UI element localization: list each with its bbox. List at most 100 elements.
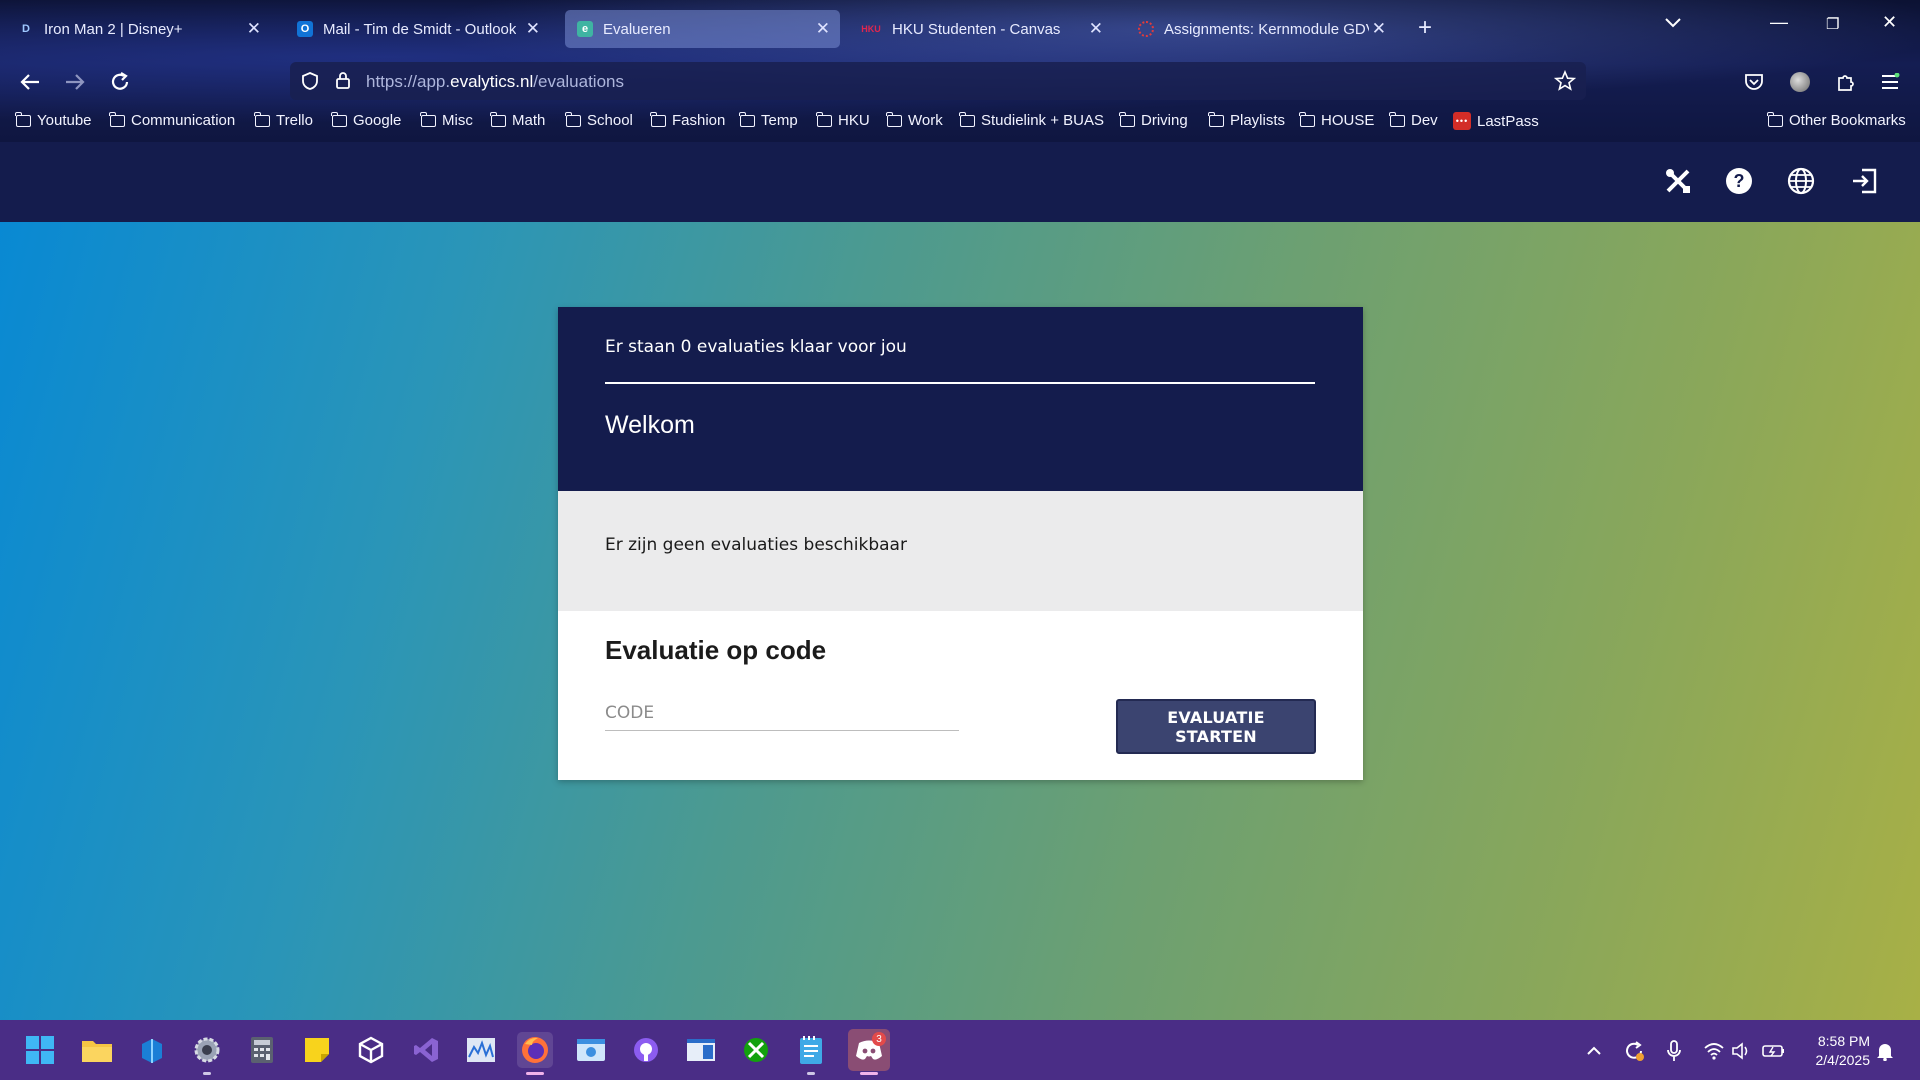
tab-label: Mail - Tim de Smidt - Outlook: [323, 20, 517, 38]
account-button[interactable]: [1786, 68, 1814, 96]
taskbar-github[interactable]: [628, 1032, 664, 1068]
close-window-button[interactable]: ✕: [1882, 12, 1897, 33]
bookmark-label: Dev: [1411, 112, 1438, 129]
evalytics-icon: e: [577, 21, 593, 37]
forward-button[interactable]: [61, 68, 89, 96]
bookmark-folder[interactable]: Work: [886, 111, 943, 129]
start-evaluation-button[interactable]: EVALUATIE STARTEN: [1116, 699, 1316, 754]
bookmark-folder[interactable]: Studielink + BUAS: [959, 111, 1104, 129]
folder-icon: [650, 111, 666, 127]
bookmark-folder[interactable]: Math: [490, 111, 545, 129]
taskbar-file-explorer[interactable]: [79, 1032, 115, 1068]
taskbar-app-installer[interactable]: [573, 1032, 609, 1068]
bookmark-folder[interactable]: School: [565, 111, 633, 129]
sync-tray-button[interactable]: [1623, 1040, 1645, 1062]
puzzle-icon: [1838, 75, 1854, 91]
list-tabs-button[interactable]: [1664, 16, 1682, 34]
taskbar-xbox[interactable]: [738, 1032, 774, 1068]
other-bookmarks[interactable]: Other Bookmarks: [1767, 111, 1906, 129]
svg-text:?: ?: [1734, 171, 1745, 191]
new-tab-button[interactable]: +: [1418, 14, 1432, 42]
bookmark-label: Youtube: [37, 112, 92, 129]
folder-icon: [1119, 111, 1135, 127]
folder-icon: [1389, 111, 1405, 127]
taskbar-unity[interactable]: [353, 1032, 389, 1068]
bookmark-folder[interactable]: Dev: [1389, 111, 1438, 129]
evaluations-card: Er staan 0 evaluaties klaar voor jou Wel…: [558, 307, 1363, 780]
language-button[interactable]: [1786, 166, 1816, 196]
wifi-tray-button[interactable]: [1703, 1040, 1725, 1062]
menu-button[interactable]: [1876, 68, 1904, 96]
reload-button[interactable]: [106, 68, 134, 96]
taskbar-discord[interactable]: 3: [848, 1029, 890, 1075]
microphone-icon: [1667, 1040, 1681, 1061]
code-input[interactable]: [605, 695, 959, 731]
bookmark-folder[interactable]: Fashion: [650, 111, 726, 129]
lock-icon[interactable]: [334, 70, 352, 90]
extensions-button[interactable]: [1832, 68, 1860, 96]
close-icon[interactable]: ✕: [247, 19, 261, 39]
volume-icon: [1732, 1042, 1748, 1060]
bookmark-label: HOUSE: [1321, 112, 1375, 129]
close-icon[interactable]: ✕: [1089, 19, 1103, 39]
taskbar-settings[interactable]: [189, 1032, 225, 1075]
taskbar-window[interactable]: [683, 1032, 719, 1068]
tab-evalueren[interactable]: e Evalueren ✕: [565, 10, 840, 48]
minimize-button[interactable]: —: [1770, 12, 1788, 33]
bookmark-label: Work: [908, 112, 943, 129]
volume-tray-button[interactable]: [1730, 1040, 1752, 1062]
shield-icon[interactable]: [300, 71, 320, 91]
bookmark-label: HKU: [838, 112, 870, 129]
taskbar-activity-monitor[interactable]: [463, 1032, 499, 1068]
taskbar-store[interactable]: [134, 1032, 170, 1068]
close-icon[interactable]: ✕: [526, 19, 540, 39]
running-indicator: [203, 1072, 211, 1075]
show-hidden-icons-button[interactable]: [1583, 1040, 1605, 1062]
browser-chrome: D Iron Man 2 | Disney+ ✕ O Mail - Tim de…: [0, 0, 1920, 142]
bookmark-folder[interactable]: Driving: [1119, 111, 1188, 129]
restore-button[interactable]: ❐: [1826, 15, 1839, 33]
taskbar-calculator[interactable]: [244, 1032, 280, 1068]
bookmark-label: Fashion: [672, 112, 726, 129]
taskbar-notepad[interactable]: [793, 1032, 829, 1075]
taskbar-firefox[interactable]: [517, 1032, 553, 1075]
help-icon: ?: [1726, 168, 1752, 194]
bookmark-folder[interactable]: Youtube: [15, 111, 92, 129]
url-text[interactable]: https://app.evalytics.nl/evaluations: [366, 72, 624, 92]
battery-tray-button[interactable]: [1762, 1040, 1784, 1062]
bookmark-folder[interactable]: Playlists: [1208, 111, 1285, 129]
bookmark-folder[interactable]: Trello: [254, 111, 313, 129]
folder-icon: [1299, 111, 1315, 127]
clock[interactable]: 8:58 PM 2/4/2025: [1800, 1032, 1871, 1070]
bookmark-folder[interactable]: Misc: [420, 111, 473, 129]
back-button[interactable]: [16, 68, 44, 96]
tab-disney[interactable]: D Iron Man 2 | Disney+ ✕: [6, 10, 271, 48]
help-button[interactable]: ?: [1724, 166, 1754, 196]
bookmark-folder[interactable]: HKU: [816, 111, 870, 129]
microphone-tray-button[interactable]: [1663, 1040, 1685, 1062]
pocket-button[interactable]: [1740, 68, 1768, 96]
close-icon[interactable]: ✕: [816, 19, 830, 39]
taskbar-sticky-notes[interactable]: [299, 1032, 335, 1068]
tab-bar: D Iron Man 2 | Disney+ ✕ O Mail - Tim de…: [0, 0, 1920, 54]
bookmark-lastpass[interactable]: ••• LastPass: [1453, 112, 1539, 130]
bell-icon: [1877, 1044, 1893, 1061]
tools-button[interactable]: [1663, 166, 1693, 196]
logout-button[interactable]: [1849, 166, 1879, 196]
tab-assignments[interactable]: Assignments: Kernmodule GDV ✕: [1126, 10, 1396, 48]
tab-outlook[interactable]: O Mail - Tim de Smidt - Outlook ✕: [285, 10, 550, 48]
bookmark-folder[interactable]: Temp: [739, 111, 798, 129]
firefox-icon: [522, 1037, 548, 1063]
pocket-icon: [1745, 74, 1763, 90]
taskbar-visual-studio[interactable]: [408, 1032, 444, 1068]
address-bar[interactable]: https://app.evalytics.nl/evaluations: [290, 62, 1586, 100]
bookmark-folder[interactable]: Google: [331, 111, 401, 129]
bookmark-folder[interactable]: Communication: [109, 111, 235, 129]
tab-hku-canvas[interactable]: HKU HKU Studenten - Canvas ✕: [848, 10, 1113, 48]
close-icon[interactable]: ✕: [1372, 19, 1386, 39]
star-icon[interactable]: [1554, 70, 1576, 92]
bookmark-folder[interactable]: HOUSE: [1299, 111, 1375, 129]
start-button[interactable]: [22, 1032, 58, 1068]
notifications-button[interactable]: [1874, 1040, 1896, 1062]
folder-icon: [1208, 111, 1224, 127]
